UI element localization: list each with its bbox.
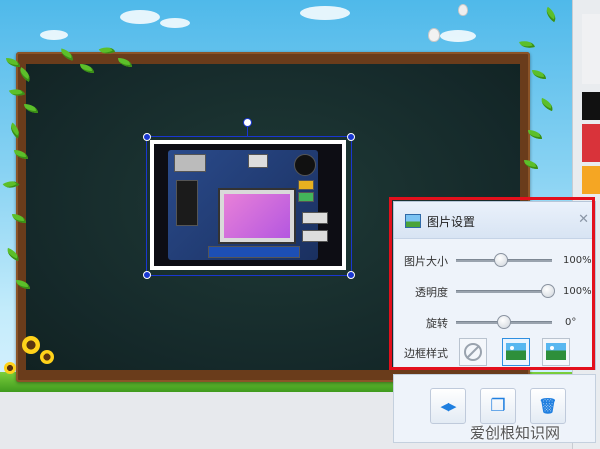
flip-button[interactable]: ◀▶	[430, 388, 466, 424]
balloon-icon	[458, 4, 468, 16]
trash-icon: 🗑	[538, 397, 558, 415]
resize-handle[interactable]	[347, 133, 355, 141]
resize-handle[interactable]	[347, 271, 355, 279]
flip-horizontal-icon: ◀▶	[440, 399, 457, 413]
highlight-box	[389, 197, 595, 370]
dev-board-photo	[154, 144, 342, 266]
resize-handle[interactable]	[143, 271, 151, 279]
selected-picture[interactable]	[143, 133, 355, 279]
copy-icon: ❐	[490, 396, 506, 416]
color-swatch[interactable]	[582, 124, 600, 162]
picture-border	[150, 140, 346, 270]
color-swatch[interactable]	[582, 92, 600, 120]
watermark-text: 爱创根知识网	[470, 424, 561, 442]
rotate-handle[interactable]	[243, 118, 252, 127]
copy-button[interactable]: ❐	[480, 388, 516, 424]
delete-button[interactable]: 🗑	[530, 388, 566, 424]
resize-handle[interactable]	[143, 133, 151, 141]
balloon-icon	[428, 28, 440, 42]
color-swatch[interactable]	[582, 166, 600, 194]
